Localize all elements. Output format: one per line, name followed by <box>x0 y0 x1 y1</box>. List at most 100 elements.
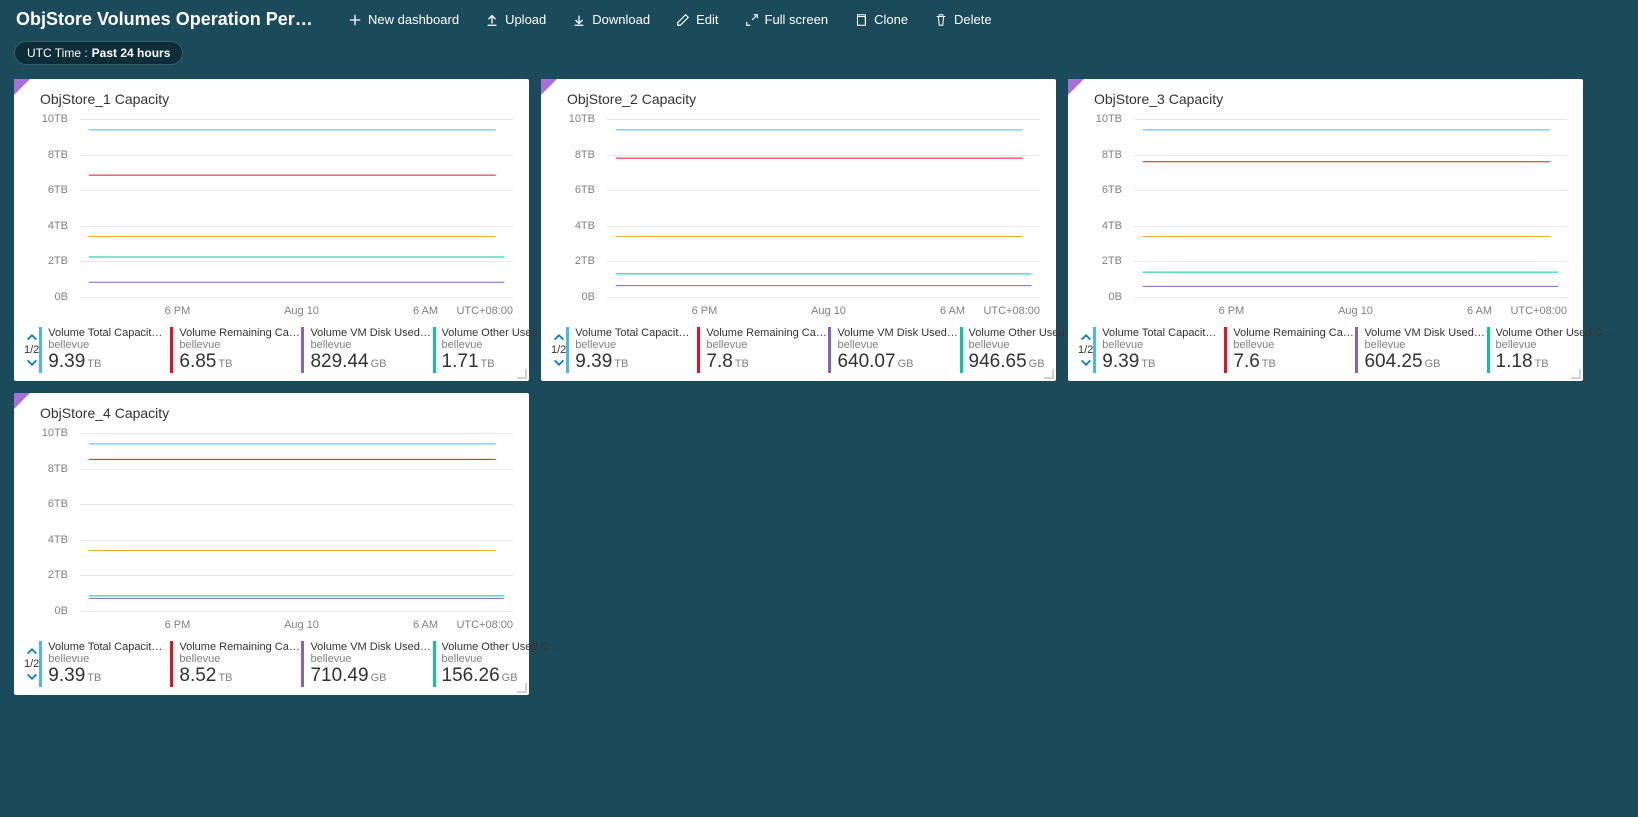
y-axis-tick: 8TB <box>1078 149 1128 161</box>
chart-area[interactable]: 0B2TB4TB6TB8TB10TB6 PMAug 106 AMUTC+08:0… <box>551 113 1046 323</box>
filter-corner-icon[interactable] <box>1068 79 1084 95</box>
metric-node: bellevue <box>1102 339 1224 351</box>
x-axis-tick: Aug 10 <box>284 619 319 631</box>
chart-svg <box>607 119 1040 297</box>
chevron-down-icon[interactable] <box>25 356 39 370</box>
x-axis-tick: 6 AM <box>413 619 438 631</box>
clone-button[interactable]: Clone <box>844 8 918 31</box>
metric-node: bellevue <box>837 339 959 351</box>
resize-handle[interactable] <box>1044 369 1054 379</box>
metric-name: Volume Remaining Cap… <box>706 327 828 339</box>
panel-title: ObjStore_2 Capacity <box>541 79 1056 109</box>
metric-node: bellevue <box>310 653 432 665</box>
metric-name: Volume Remaining Cap… <box>179 641 301 653</box>
legend-metrics: Volume Total Capacit…bellevue9.39TBVolum… <box>39 641 563 687</box>
x-axis-tick: 6 PM <box>1219 305 1245 317</box>
legend-metric[interactable]: Volume Remaining Cap…bellevue7.8TB <box>697 327 828 373</box>
metric-name: Volume VM Disk Used … <box>310 327 432 339</box>
metric-name: Volume Remaining Cap… <box>1233 327 1355 339</box>
metric-value: 9.39TB <box>48 665 170 687</box>
download-icon <box>572 13 586 27</box>
metric-node: bellevue <box>310 339 432 351</box>
filter-corner-icon[interactable] <box>14 393 30 409</box>
chart-area[interactable]: 0B2TB4TB6TB8TB10TB6 PMAug 106 AMUTC+08:0… <box>24 113 519 323</box>
chart-panel: ObjStore_2 Capacity0B2TB4TB6TB8TB10TB6 P… <box>541 79 1056 381</box>
copy-icon <box>854 13 868 27</box>
chart-panel: ObjStore_3 Capacity0B2TB4TB6TB8TB10TB6 P… <box>1068 79 1583 381</box>
legend-metric[interactable]: Volume Other Used Ca…bellevue1.18TB <box>1487 327 1618 373</box>
legend-metric[interactable]: Volume Total Capacit…bellevue9.39TB <box>39 327 170 373</box>
legend-metric[interactable]: Volume VM Disk Used …bellevue640.07GB <box>828 327 959 373</box>
y-axis-tick: 2TB <box>24 255 74 267</box>
x-axis-tick: Aug 10 <box>811 305 846 317</box>
chart-svg <box>80 119 513 297</box>
x-axis-tick: Aug 10 <box>1338 305 1373 317</box>
chevron-down-icon[interactable] <box>25 670 39 684</box>
chevron-down-icon[interactable] <box>1079 356 1093 370</box>
pencil-icon <box>676 13 690 27</box>
y-axis-tick: 2TB <box>1078 255 1128 267</box>
metric-value: 1.18TB <box>1496 351 1618 373</box>
metric-value: 8.52TB <box>179 665 301 687</box>
trash-icon <box>934 13 948 27</box>
legend-metric[interactable]: Volume Total Capacit…bellevue9.39TB <box>39 641 170 687</box>
metric-name: Volume Total Capacit… <box>1102 327 1224 339</box>
edit-label: Edit <box>696 12 718 27</box>
legend-metric[interactable]: Volume VM Disk Used …bellevue710.49GB <box>301 641 432 687</box>
legend-row: 1/2Volume Total Capacit…bellevue9.39TBVo… <box>1068 323 1583 381</box>
chart-svg <box>1134 119 1567 297</box>
y-axis-tick: 6TB <box>24 498 74 510</box>
filter-corner-icon[interactable] <box>14 79 30 95</box>
edit-button[interactable]: Edit <box>666 8 728 31</box>
legend-page-indicator: 1/2 <box>551 344 566 356</box>
metric-value: 9.39TB <box>1102 351 1224 373</box>
chart-area[interactable]: 0B2TB4TB6TB8TB10TB6 PMAug 106 AMUTC+08:0… <box>24 427 519 637</box>
y-axis-tick: 0B <box>24 605 74 617</box>
gridline <box>1134 297 1567 298</box>
chevron-up-icon[interactable] <box>1079 330 1093 344</box>
chevron-up-icon[interactable] <box>552 330 566 344</box>
legend-row: 1/2Volume Total Capacit…bellevue9.39TBVo… <box>14 637 529 695</box>
chevron-up-icon[interactable] <box>25 644 39 658</box>
resize-handle[interactable] <box>517 683 527 693</box>
y-axis-tick: 10TB <box>551 113 601 125</box>
filter-corner-icon[interactable] <box>541 79 557 95</box>
legend-metric[interactable]: Volume VM Disk Used …bellevue829.44GB <box>301 327 432 373</box>
metric-node: bellevue <box>179 653 301 665</box>
new-dashboard-button[interactable]: New dashboard <box>338 8 469 31</box>
chart-area[interactable]: 0B2TB4TB6TB8TB10TB6 PMAug 106 AMUTC+08:0… <box>1078 113 1573 323</box>
upload-button[interactable]: Upload <box>475 8 556 31</box>
y-axis-tick: 4TB <box>1078 220 1128 232</box>
plus-icon <box>348 13 362 27</box>
panel-title: ObjStore_1 Capacity <box>14 79 529 109</box>
chevron-up-icon[interactable] <box>25 330 39 344</box>
time-range-pill[interactable]: UTC Time : Past 24 hours <box>14 41 183 65</box>
fullscreen-button[interactable]: Full screen <box>735 8 839 31</box>
download-button[interactable]: Download <box>562 8 660 31</box>
chart-panel: ObjStore_4 Capacity0B2TB4TB6TB8TB10TB6 P… <box>14 393 529 695</box>
chevron-down-icon[interactable] <box>552 356 566 370</box>
gridline <box>80 611 513 612</box>
legend-metrics: Volume Total Capacit…bellevue9.39TBVolum… <box>566 327 1090 373</box>
legend-metric[interactable]: Volume Total Capacit…bellevue9.39TB <box>1093 327 1224 373</box>
legend-metric[interactable]: Volume Total Capacit…bellevue9.39TB <box>566 327 697 373</box>
delete-button[interactable]: Delete <box>924 8 1002 31</box>
y-axis-tick: 0B <box>1078 291 1128 303</box>
metric-name: Volume Remaining Cap… <box>179 327 301 339</box>
legend-pager: 1/2 <box>1078 330 1093 370</box>
y-axis-tick: 0B <box>551 291 601 303</box>
metric-node: bellevue <box>1233 339 1355 351</box>
timezone-label: UTC+08:00 <box>983 305 1040 317</box>
legend-metric[interactable]: Volume VM Disk Used …bellevue604.25GB <box>1355 327 1486 373</box>
y-axis-tick: 2TB <box>551 255 601 267</box>
legend-metric[interactable]: Volume Other Used Ca…bellevue156.26GB <box>433 641 564 687</box>
legend-row: 1/2Volume Total Capacit…bellevue9.39TBVo… <box>541 323 1056 381</box>
metric-name: Volume Other Used Ca… <box>1496 327 1618 339</box>
metric-name: Volume Other Used Ca… <box>442 641 564 653</box>
legend-metric[interactable]: Volume Remaining Cap…bellevue8.52TB <box>170 641 301 687</box>
resize-handle[interactable] <box>1571 369 1581 379</box>
legend-metric[interactable]: Volume Remaining Cap…bellevue6.85TB <box>170 327 301 373</box>
resize-handle[interactable] <box>517 369 527 379</box>
legend-metrics: Volume Total Capacit…bellevue9.39TBVolum… <box>1093 327 1617 373</box>
legend-metric[interactable]: Volume Remaining Cap…bellevue7.6TB <box>1224 327 1355 373</box>
